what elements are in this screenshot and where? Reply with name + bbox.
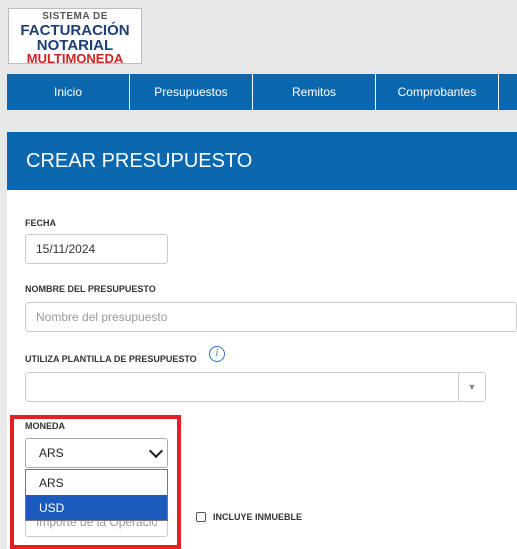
info-icon[interactable]: i xyxy=(209,346,225,362)
moneda-option-usd[interactable]: USD xyxy=(26,495,167,520)
moneda-dropdown: ARS USD xyxy=(25,469,168,521)
nombre-label: NOMBRE DEL PRESUPUESTO xyxy=(25,284,156,294)
main-nav: Inicio Presupuestos Remitos Comprobantes xyxy=(7,74,517,110)
nav-item-presupuestos[interactable]: Presupuestos xyxy=(130,74,253,110)
logo-line-2: FACTURACIÓN xyxy=(20,22,130,39)
moneda-selected-value: ARS xyxy=(39,446,64,460)
fecha-input[interactable] xyxy=(25,234,168,264)
moneda-label: MONEDA xyxy=(25,421,65,431)
nav-item-comprobantes[interactable]: Comprobantes xyxy=(376,74,499,110)
chevron-down-icon xyxy=(148,443,164,459)
nombre-input[interactable] xyxy=(25,302,517,332)
nav-item-remitos[interactable]: Remitos xyxy=(253,74,376,110)
plantilla-label: UTILIZA PLANTILLA DE PRESUPUESTO xyxy=(25,354,197,364)
chevron-down-icon[interactable]: ▼ xyxy=(458,373,485,401)
logo-line-4: MULTIMONEDA xyxy=(26,51,124,66)
app-logo: SISTEMA DE FACTURACIÓN NOTARIAL MULTIMON… xyxy=(8,8,142,66)
nav-item-inicio[interactable]: Inicio xyxy=(7,74,130,110)
logo-line-1: SISTEMA DE xyxy=(42,11,108,22)
create-budget-panel: CREAR PRESUPUESTO FECHA NOMBRE DEL PRESU… xyxy=(7,132,517,549)
moneda-option-ars[interactable]: ARS xyxy=(26,470,167,495)
fecha-label: FECHA xyxy=(25,218,56,228)
moneda-select[interactable]: ARS xyxy=(25,438,168,468)
panel-title: CREAR PRESUPUESTO xyxy=(7,132,517,190)
plantilla-select[interactable]: ▼ xyxy=(25,372,486,402)
incluye-inmueble-checkbox[interactable] xyxy=(196,512,206,522)
incluye-inmueble-label: INCLUYE INMUEBLE xyxy=(213,512,303,522)
